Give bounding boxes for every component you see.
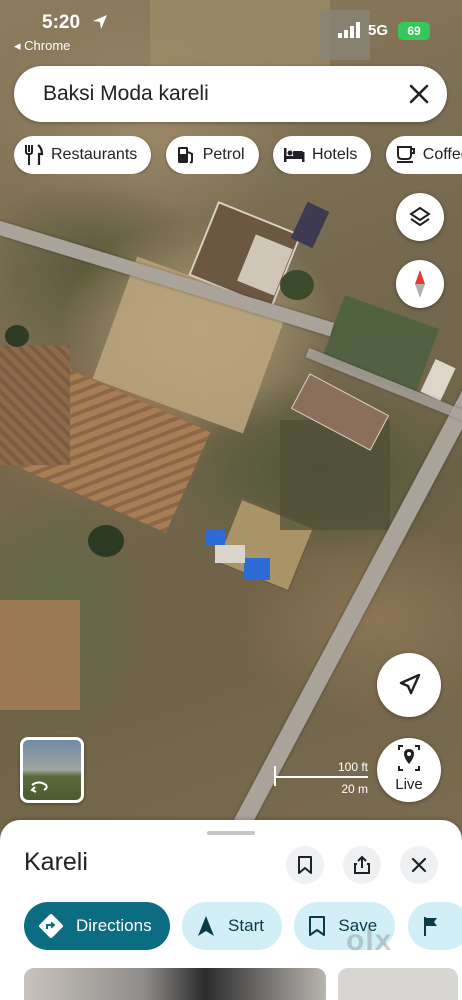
chip-coffee[interactable]: Coffee [385,136,462,174]
flag-icon [423,917,437,936]
compass-icon [415,270,425,298]
directions-icon [39,914,63,938]
chip-hotels[interactable]: Hotels [272,136,372,174]
scale-tick [274,776,276,786]
label-button[interactable] [407,902,462,950]
place-photo[interactable] [24,968,326,1000]
layers-button[interactable] [396,193,444,241]
rotate-360-icon [30,781,48,793]
chip-label: Coffee [422,146,462,163]
compass-button[interactable] [396,260,444,308]
navigation-arrow-icon [399,673,421,695]
action-buttons: Directions Start Save [24,902,462,950]
chip-label: Restaurants [51,146,138,163]
start-label: Start [228,916,264,935]
map-field [0,600,80,710]
battery-level: 69 [407,24,421,38]
scale-tick [274,766,276,776]
close-icon[interactable] [405,80,433,108]
live-view-label: Live [395,776,423,793]
watermark-logo: olx [346,924,393,957]
map-field [0,345,70,465]
photo-strip[interactable] [24,968,462,1000]
restaurant-icon [25,144,44,165]
map-scale: 100 ft 20 m [270,760,370,800]
scale-meters: 20 m [341,782,368,796]
search-bar[interactable]: Baksi Moda kareli [14,66,447,122]
map-building [244,558,270,580]
search-input[interactable]: Baksi Moda kareli [43,82,209,106]
chip-label: Hotels [311,146,358,163]
layers-icon [409,206,431,227]
chip-restaurants[interactable]: Restaurants [14,136,152,174]
bookmark-icon [309,916,326,936]
place-photo[interactable] [338,968,459,1000]
sheet-drag-handle[interactable] [207,831,255,835]
save-place-button[interactable] [286,846,324,884]
close-icon [411,857,427,873]
navigation-icon [198,916,215,936]
map-tree [88,525,124,557]
share-icon [354,855,370,874]
location-arrow-icon [93,15,107,29]
place-title: Kareli [24,848,88,876]
close-sheet-button[interactable] [400,846,438,884]
map-building [215,545,245,563]
battery-icon: 69 [398,22,430,40]
directions-label: Directions [76,916,152,935]
map-tree [5,325,29,347]
place-sheet[interactable]: Kareli Directions Start Save olx [0,820,462,1000]
my-location-button[interactable] [377,653,441,717]
category-chips: Restaurants Petrol Hotels Coffee [14,136,462,174]
gas-station-icon [177,147,193,164]
share-button[interactable] [343,846,381,884]
chip-petrol[interactable]: Petrol [165,136,259,174]
status-bar: 5:20 ◂ Chrome 5G 69 [0,0,462,60]
coffee-icon [396,146,415,163]
live-view-icon [398,745,420,771]
back-to-app-link[interactable]: ◂ Chrome [14,38,70,54]
network-type: 5G [368,22,389,39]
map-building [205,530,225,545]
bookmark-icon [298,856,312,874]
status-time: 5:20 [42,12,81,33]
bed-icon [283,148,305,162]
scale-bar [274,776,368,778]
signal-icon [338,22,360,38]
chip-label: Petrol [202,146,245,163]
scale-feet: 100 ft [337,760,368,774]
directions-button[interactable]: Directions [24,902,170,950]
street-view-thumbnail[interactable] [20,737,84,803]
map-tree [280,270,314,300]
live-view-button[interactable]: Live [377,738,441,802]
start-button[interactable]: Start [182,902,282,950]
